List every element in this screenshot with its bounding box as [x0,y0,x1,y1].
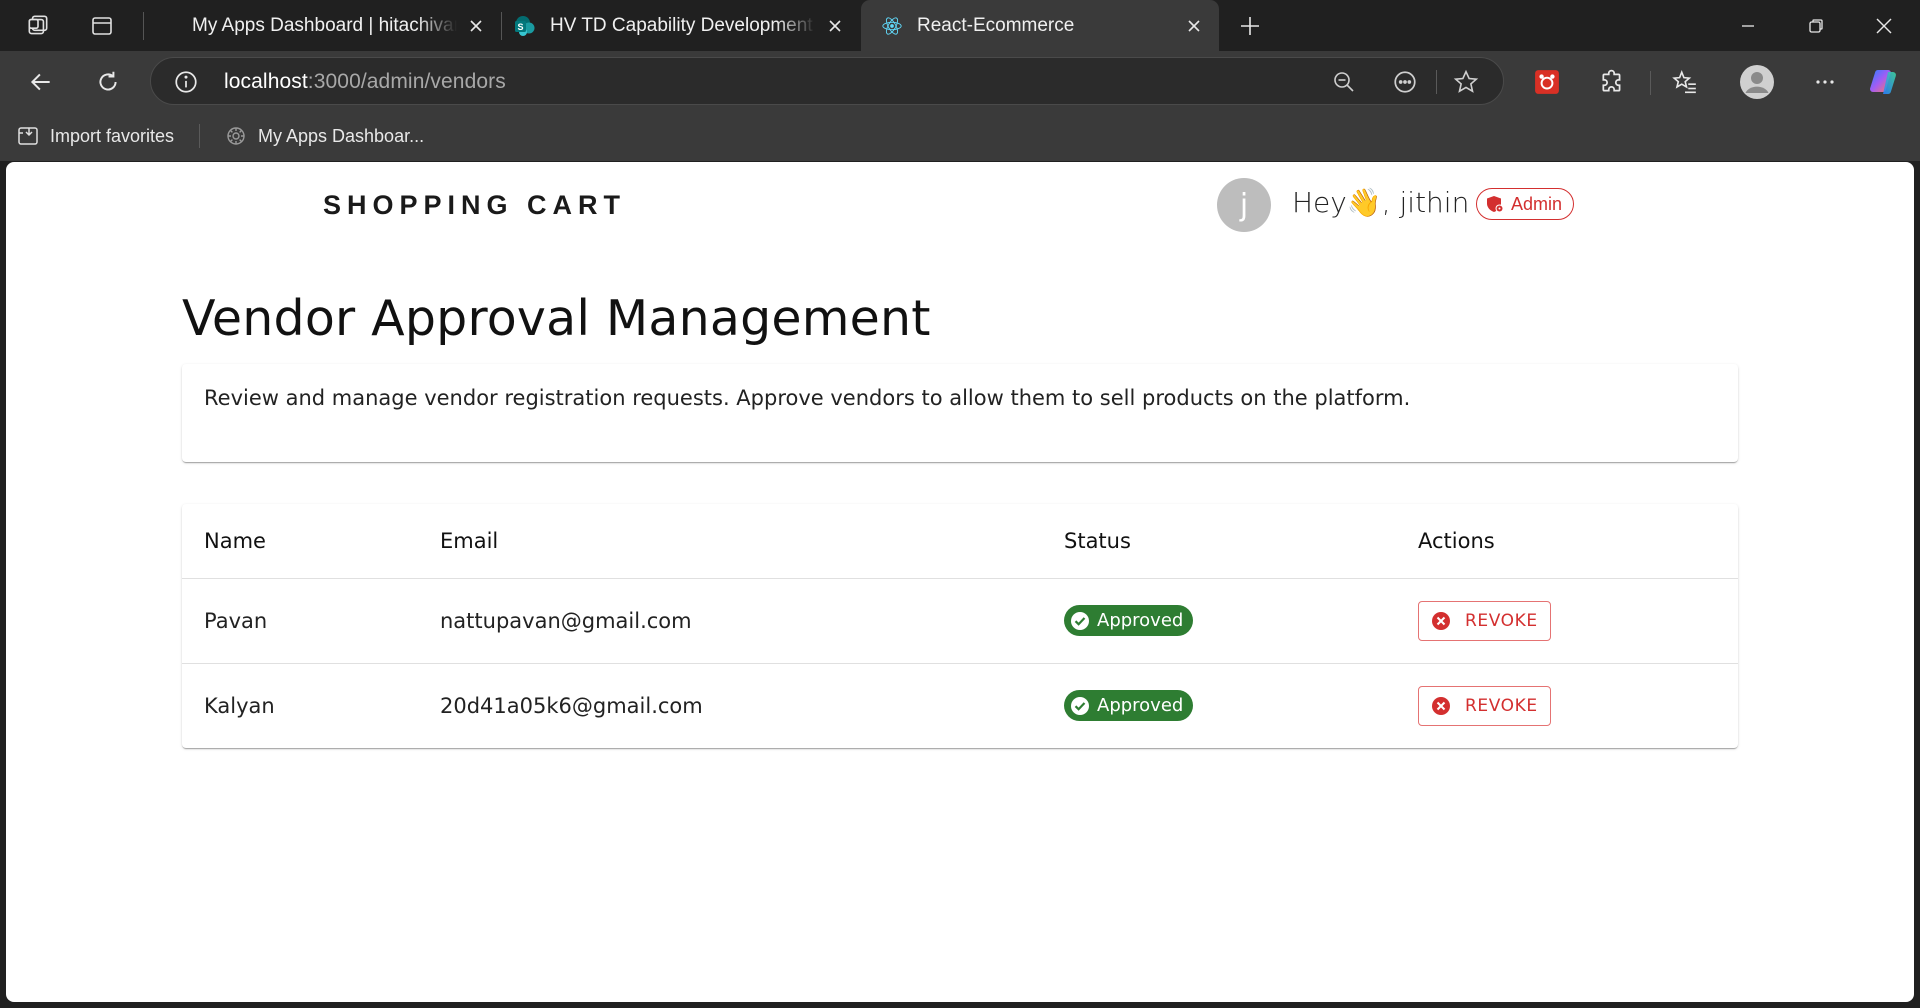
description-card: Review and manage vendor registration re… [182,364,1738,462]
status-label: Approved [1097,610,1184,631]
favorites-item-label: My Apps Dashboar... [258,125,425,146]
extension-red-icon[interactable] [1528,63,1566,101]
cancel-circle-icon [1432,696,1450,715]
react-icon [881,15,903,37]
brand-logo[interactable]: SHOPPING CART [323,190,626,221]
revoke-label: REVOKE [1465,610,1538,631]
table-header-row: Name Email Status Actions [182,504,1738,579]
tab-separator [143,12,144,40]
vendors-table: Name Email Status Actions Pavan nattupav… [182,504,1738,748]
tab-separator [501,12,502,40]
vendors-table-card: Name Email Status Actions Pavan nattupav… [182,504,1738,748]
role-badge: Admin [1476,188,1575,220]
revoke-label: REVOKE [1465,695,1538,716]
favorites-item-label: Import favorites [50,125,175,146]
vendor-name: Pavan [182,578,418,664]
cancel-circle-icon [1432,611,1450,630]
avatar[interactable]: j [1217,178,1271,232]
url-host: localhost [224,70,308,93]
vertical-tabs-icon[interactable] [84,8,120,44]
omnibox-separator [1436,70,1437,94]
favorites-separator [199,124,200,148]
table-row: Pavan nattupavan@gmail.com Approved REVO… [182,578,1738,664]
revoke-button[interactable]: REVOKE [1418,685,1551,726]
check-circle-icon [1071,611,1089,630]
status-label: Approved [1097,695,1184,717]
tab-title: My Apps Dashboard | hitachivantara [192,14,457,36]
extensions-puzzle-icon[interactable] [1593,63,1631,101]
close-window-button[interactable] [1850,0,1918,51]
page-title: Vendor Approval Management [182,290,931,347]
tab-title: HV TD Capability Development (L [550,14,816,36]
new-tab-button[interactable] [1232,8,1268,44]
tab-my-apps-dashboard[interactable]: My Apps Dashboard | hitachivantara [168,0,493,51]
url-text[interactable]: localhost:3000/admin/vendors [224,70,506,94]
vendor-name: Kalyan [204,693,275,718]
window-bottom-edge [0,1002,1920,1008]
role-label: Admin [1511,193,1563,214]
vendor-email: 20d41a05k6@gmail.com [440,693,703,718]
sharepoint-icon: S [514,15,536,37]
refresh-button[interactable] [89,63,127,101]
status-cell: Approved [1042,663,1396,748]
minimize-button[interactable] [1714,0,1782,51]
svg-text:S: S [517,22,523,32]
profile-avatar-icon[interactable] [1736,61,1778,103]
status-badge: Approved [1064,690,1194,722]
column-header-name: Name [182,504,418,579]
address-bar[interactable]: localhost:3000/admin/vendors [150,57,1504,105]
vendor-email: nattupavan@gmail.com [418,578,1042,664]
restore-button[interactable] [1782,0,1850,51]
favorites-item-my-apps[interactable]: My Apps Dashboar... [224,121,424,151]
column-header-email: Email [418,504,1042,579]
actions-cell: REVOKE [1396,578,1738,664]
page-viewport: SHOPPING CART j Hey👋, jithin Admin Vendo… [6,162,1914,1002]
zoom-out-icon[interactable] [1331,69,1357,95]
copilot-icon[interactable] [1866,63,1904,101]
column-header-status: Status [1042,504,1396,579]
favorites-list-icon[interactable] [1666,63,1704,101]
check-circle-icon [1071,696,1089,715]
site-info-icon[interactable] [173,69,199,95]
favorites-bar: Import favorites My Apps Dashboar... [0,111,1920,161]
url-path: :3000/admin/vendors [307,70,506,93]
favorite-star-icon[interactable] [1453,69,1479,95]
tab-title: React-Ecommerce [917,14,1075,36]
favorites-item-import[interactable]: Import favorites [16,121,174,151]
import-icon [16,124,40,148]
page-description: Review and manage vendor registration re… [204,386,1411,410]
column-header-actions: Actions [1396,504,1738,579]
browser-toolbar: localhost:3000/admin/vendors [0,51,1920,111]
status-cell: Approved [1042,578,1396,664]
browser-tab-strip: My Apps Dashboard | hitachivantara S HV … [0,0,1920,51]
table-row: Kalyan 20d41a05k6@gmail.com Approved REV… [182,663,1738,748]
user-greeting: Hey👋, jithin [1292,186,1470,219]
tab-hv-td-capability[interactable]: S HV TD Capability Development (L [508,0,852,51]
revoke-button[interactable]: REVOKE [1418,600,1551,641]
actions-cell: REVOKE [1396,663,1738,748]
close-icon[interactable] [824,15,846,37]
workspaces-icon[interactable] [20,8,56,44]
status-badge: Approved [1064,605,1194,636]
toolbar-separator [1650,71,1651,95]
tab-react-ecommerce[interactable]: React-Ecommerce [861,0,1219,51]
more-options-icon[interactable] [1806,63,1844,101]
close-icon[interactable] [465,15,487,37]
more-tools-icon[interactable] [1392,69,1418,95]
back-button[interactable] [22,63,60,101]
apps-icon [224,124,248,148]
close-icon[interactable] [1183,15,1205,37]
admin-shield-icon [1487,196,1504,213]
